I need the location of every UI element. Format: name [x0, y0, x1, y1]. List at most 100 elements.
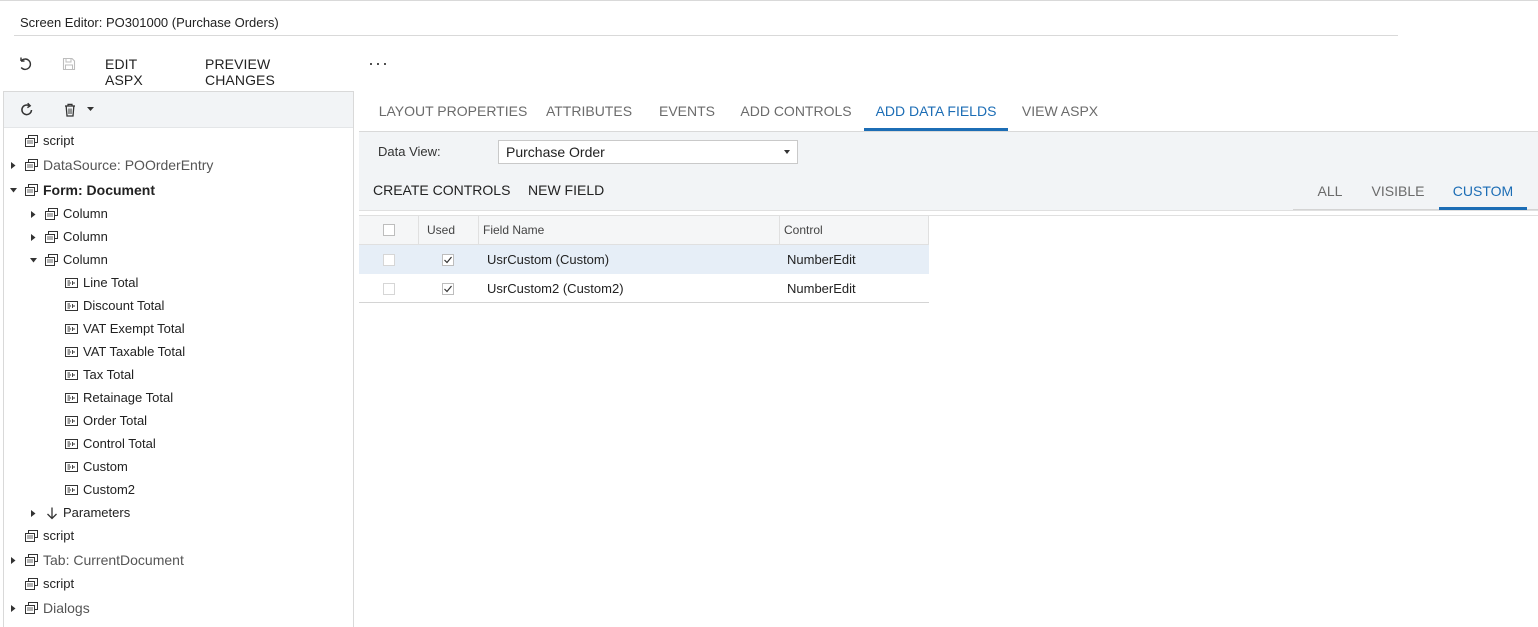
- caret-down-icon[interactable]: [86, 106, 94, 112]
- tree-item-label: Discount Total: [83, 298, 165, 313]
- tree-item-label: Custom2: [83, 482, 136, 497]
- container-icon: [25, 578, 38, 590]
- used-checkbox[interactable]: [442, 282, 454, 295]
- filter-all[interactable]: ALL: [1305, 172, 1355, 210]
- select-all-checkbox[interactable]: [383, 224, 395, 236]
- tab-events[interactable]: EVENTS: [649, 91, 725, 131]
- used-cell: [442, 245, 454, 274]
- tree-item-label: Order Total: [83, 413, 148, 428]
- filter-custom[interactable]: CUSTOM: [1439, 172, 1527, 210]
- field-name-cell: UsrCustom2 (Custom2): [487, 281, 624, 296]
- undo-icon[interactable]: [14, 53, 36, 75]
- data-view-select[interactable]: Purchase Order: [498, 140, 798, 164]
- tree-item-label: script: [43, 576, 75, 591]
- field-icon: [65, 323, 78, 335]
- header-used[interactable]: Used: [427, 216, 455, 244]
- tree-item[interactable]: Dialogs: [4, 597, 344, 619]
- table-row[interactable]: UsrCustom2 (Custom2) NumberEdit: [359, 274, 929, 303]
- expand-right-arrow-icon[interactable]: [29, 233, 37, 241]
- tree-item[interactable]: Custom2: [4, 479, 344, 501]
- tree-item[interactable]: Column: [4, 226, 344, 248]
- used-checkbox[interactable]: [442, 253, 454, 266]
- tab-attributes[interactable]: ATTRIBUTES: [537, 91, 641, 131]
- field-icon: [65, 346, 78, 358]
- tree-item[interactable]: Column: [4, 203, 344, 225]
- grid-header: Used Field Name Control: [359, 215, 929, 246]
- preview-changes-button[interactable]: PREVIEW CHANGES: [205, 56, 275, 88]
- container-icon: [25, 602, 38, 614]
- tree-item[interactable]: Custom: [4, 456, 344, 478]
- refresh-icon[interactable]: [18, 101, 36, 119]
- tree-item[interactable]: Control Total: [4, 433, 344, 455]
- tree-item[interactable]: DataSource: POOrderEntry: [4, 154, 344, 176]
- field-icon: [65, 300, 78, 312]
- expand-right-arrow-icon[interactable]: [29, 210, 37, 218]
- tree-item[interactable]: Tab: CurrentDocument: [4, 549, 344, 571]
- filter-visible[interactable]: VISIBLE: [1362, 172, 1434, 210]
- tree-toolbar: [4, 92, 353, 128]
- column-separator: [418, 216, 419, 246]
- tree-item-label: Line Total: [83, 275, 139, 290]
- header-control[interactable]: Control: [784, 216, 823, 244]
- expand-right-arrow-icon[interactable]: [9, 556, 17, 564]
- container-icon: [45, 254, 58, 266]
- down-arrow-icon: [45, 507, 58, 519]
- expand-right-arrow-icon[interactable]: [29, 509, 37, 517]
- tree-item[interactable]: Discount Total: [4, 295, 344, 317]
- row-select-cell: [383, 274, 395, 303]
- tree-item[interactable]: Column: [4, 249, 344, 271]
- tab-layout-properties[interactable]: LAYOUT PROPERTIES: [369, 91, 537, 131]
- save-icon[interactable]: [58, 53, 80, 75]
- column-separator: [779, 216, 780, 246]
- row-select-cell: [383, 245, 395, 274]
- data-view-label: Data View:: [378, 144, 441, 159]
- tree-item[interactable]: Tax Total: [4, 364, 344, 386]
- tree-item-label: script: [43, 133, 75, 148]
- tree-item[interactable]: script: [4, 573, 344, 595]
- field-name-cell: UsrCustom (Custom): [487, 252, 610, 267]
- tree-item[interactable]: Line Total: [4, 272, 344, 294]
- tree-item-label: DataSource: POOrderEntry: [43, 157, 214, 173]
- trash-icon[interactable]: [62, 101, 78, 119]
- tree-item[interactable]: Retainage Total: [4, 387, 344, 409]
- control-cell: NumberEdit: [787, 252, 856, 267]
- tree-item-label: Custom: [83, 459, 128, 474]
- tree-item[interactable]: Order Total: [4, 410, 344, 432]
- row-select-checkbox[interactable]: [383, 253, 395, 266]
- create-controls-button[interactable]: CREATE CONTROLS: [373, 182, 510, 198]
- field-icon: [65, 369, 78, 381]
- tree-item[interactable]: VAT Taxable Total: [4, 341, 344, 363]
- tree-item[interactable]: Form: Document: [4, 179, 344, 201]
- container-icon: [25, 554, 38, 566]
- tab-view-aspx[interactable]: VIEW ASPX: [1016, 91, 1104, 131]
- field-icon: [65, 392, 78, 404]
- expand-right-arrow-icon[interactable]: [9, 604, 17, 612]
- tree-item-label: Column: [63, 206, 108, 221]
- element-tree-panel: script DataSource: POOrderEntry Form: Docu…: [3, 91, 354, 627]
- more-options-icon[interactable]: ···: [368, 54, 389, 72]
- table-row[interactable]: UsrCustom (Custom) NumberEdit: [359, 245, 929, 274]
- tree-item-label: Tab: CurrentDocument: [43, 552, 184, 568]
- tree-item-label: VAT Exempt Total: [83, 321, 185, 336]
- new-field-button[interactable]: NEW FIELD: [528, 182, 604, 198]
- tree-item[interactable]: VAT Exempt Total: [4, 318, 344, 340]
- edit-aspx-button[interactable]: EDIT ASPX: [105, 56, 143, 88]
- tree-item[interactable]: script: [4, 130, 344, 152]
- row-select-checkbox[interactable]: [383, 282, 395, 295]
- tree-item[interactable]: script: [4, 525, 344, 547]
- header-field-name[interactable]: Field Name: [483, 216, 544, 244]
- container-icon: [45, 231, 58, 243]
- tree-item-label: Control Total: [83, 436, 156, 451]
- field-icon: [65, 415, 78, 427]
- expand-right-arrow-icon[interactable]: [9, 161, 17, 169]
- container-icon: [25, 159, 38, 171]
- tree-item[interactable]: Parameters: [4, 502, 344, 524]
- select-all-cell: [383, 216, 395, 244]
- top-border: [0, 0, 1538, 1]
- tree-item-label: Form: Document: [43, 182, 155, 198]
- expand-down-arrow-icon[interactable]: [9, 186, 17, 194]
- expand-down-arrow-icon[interactable]: [29, 256, 37, 264]
- field-icon: [65, 461, 78, 473]
- tab-add-data-fields[interactable]: ADD DATA FIELDS: [864, 91, 1008, 131]
- tab-add-controls[interactable]: ADD CONTROLS: [737, 91, 855, 131]
